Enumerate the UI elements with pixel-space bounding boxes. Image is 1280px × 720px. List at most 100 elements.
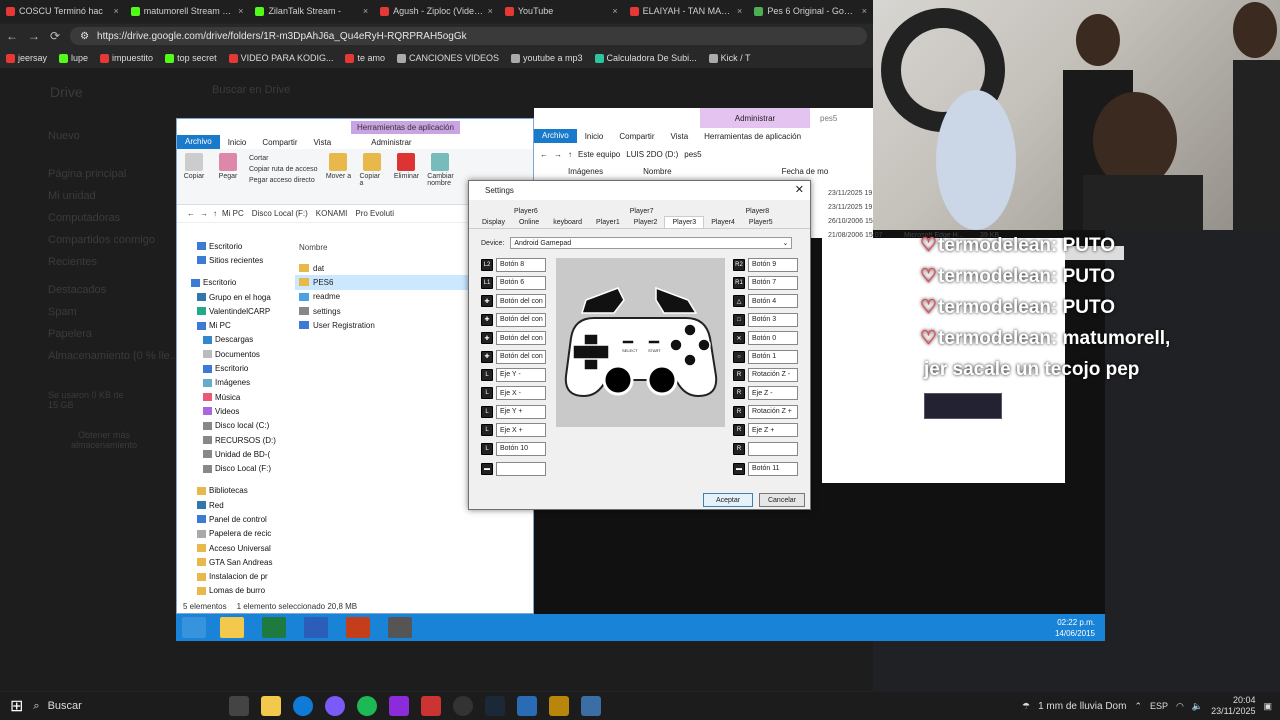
drive-nav-item[interactable]: Página principal [48,168,126,180]
tab-online[interactable]: Online [512,216,546,228]
ribbon-tab[interactable]: Compartir [254,138,305,147]
forward-icon[interactable]: → [200,209,208,218]
binding-field[interactable]: Botón del con [496,312,546,327]
edge-icon[interactable] [293,696,314,716]
tab-player7[interactable]: Player7 [623,206,661,216]
breadcrumb-item[interactable]: Disco Local (F:) [252,209,308,218]
file-explorer-icon[interactable] [261,696,282,716]
nav-item[interactable]: Escritorio [177,239,281,253]
ribbon-small-button[interactable]: Pegar acceso directo [249,177,317,184]
app-icon[interactable] [549,696,570,716]
column-name[interactable]: Nombre [299,243,327,252]
ribbon-tab[interactable]: Archivo [177,135,220,149]
forward-icon[interactable]: → [554,150,562,159]
up-icon[interactable]: ↑ [213,209,217,218]
binding-field[interactable]: Botón 8 [496,257,546,272]
bookmark-item[interactable]: impuestito [100,53,153,63]
app-icon[interactable] [421,696,442,716]
url-input[interactable]: ⚙ https://drive.google.com/drive/folders… [70,27,867,45]
lang-label[interactable]: ESP [1150,701,1168,711]
windows-start-icon[interactable]: ⊞ [0,696,23,716]
column-name[interactable]: Nombre [643,167,671,176]
cancel-button[interactable]: Cancelar [759,493,805,507]
binding-field[interactable]: Botón del con [496,349,546,364]
back-icon[interactable]: ← [6,29,18,43]
bookmark-item[interactable]: te amo [345,53,385,63]
binding-field[interactable]: Botón 7 [748,275,798,290]
tab-player8[interactable]: Player8 [738,206,776,216]
tab-display[interactable]: Display [475,216,512,228]
ribbon-tab[interactable]: Herramientas de aplicación [696,132,809,141]
nav-item[interactable]: Papelera de recic [177,527,281,541]
close-icon[interactable]: × [612,6,617,16]
breadcrumb-item[interactable]: Pro Evoluti [355,209,394,218]
binding-field[interactable]: Botón 3 [748,312,798,327]
binding-field[interactable]: Botón 11 [748,461,798,476]
breadcrumb-item[interactable]: Mi PC [222,209,244,218]
messenger-icon[interactable] [325,696,346,716]
binding-field[interactable]: Rotación Z - [748,367,798,382]
column-date[interactable]: Fecha de mo [782,167,829,176]
binding-field[interactable]: Eje Y - [496,367,546,382]
nav-item[interactable]: Música [177,390,281,404]
binding-field[interactable]: Eje Z - [748,386,798,401]
ribbon-tab[interactable]: Archivo [534,129,577,143]
close-icon[interactable]: × [737,6,742,16]
bookmark-item[interactable]: jeersay [6,53,47,63]
nav-item[interactable]: Escritorio [177,361,281,375]
breadcrumb-item[interactable]: Este equipo [578,150,620,159]
binding-field[interactable] [496,461,546,476]
site-info-icon[interactable]: ⚙ [80,31,89,42]
bookmark-item[interactable]: CANCIONES VIDEOS [396,53,499,63]
volume-icon[interactable]: 🔈 [1192,701,1203,712]
browser-tab[interactable]: Agush - Ziploc (Video C × [374,0,499,22]
weather-icon[interactable]: ☂ [1022,701,1030,712]
vm-app-icon[interactable] [581,696,602,716]
drive-nav-item[interactable]: Destacados [48,284,106,296]
steam-icon[interactable] [485,696,506,716]
binding-field[interactable]: Botón 0 [748,331,798,346]
canva-icon[interactable] [389,696,410,716]
binding-field[interactable] [748,441,798,456]
reload-icon[interactable]: ⟳ [50,29,60,43]
pes-settings-icon[interactable] [388,617,412,638]
nav-item[interactable]: Imágenes [177,376,281,390]
binding-field[interactable]: Botón del con [496,331,546,346]
nav-item[interactable]: Documentos [177,347,281,361]
breadcrumb-item[interactable]: pes5 [684,150,701,159]
close-icon[interactable]: × [862,6,867,16]
tab-player6[interactable]: Player6 [507,206,545,216]
nav-item[interactable]: Sitios recientes [177,253,281,267]
nav-item[interactable]: Escritorio [177,276,281,290]
ribbon-tab[interactable]: Inicio [220,138,255,147]
ribbon-tab[interactable]: Vista [663,132,697,141]
browser-tab[interactable]: ZilanTalk Stream - × [249,0,374,22]
ribbon-button[interactable]: Eliminar [393,153,419,200]
bookmark-item[interactable]: youtube a mp3 [511,53,583,63]
binding-field[interactable]: Botón 4 [748,294,798,309]
up-icon[interactable]: ↑ [568,150,572,159]
drive-nav-item[interactable]: Mi unidad [48,190,96,202]
ribbon-tab[interactable]: Administrar [363,138,419,147]
browser-tab[interactable]: COSCU Terminó hac × [0,0,125,22]
drive-nav-item[interactable]: Spam [48,306,77,318]
file-explorer-icon[interactable] [220,617,244,638]
task-view-icon[interactable] [229,696,250,716]
nav-item[interactable]: Bibliotecas [177,484,281,498]
nav-item[interactable]: Disco local (C:) [177,419,281,433]
clock[interactable]: 20:04 23/11/2025 [1211,695,1255,717]
device-select[interactable]: Android Gamepad ⌄ [510,237,793,249]
back-icon[interactable]: ← [187,209,195,218]
close-icon[interactable]: × [113,6,118,16]
ribbon-button[interactable]: Pegar [215,153,241,200]
drive-logo[interactable]: Drive [50,84,83,100]
ribbon-tab[interactable]: Vista [306,138,340,147]
browser-tab[interactable]: ELAIYAH - TAN MAL (P × [624,0,749,22]
forward-icon[interactable]: → [28,29,40,43]
nav-item[interactable]: GTA San Andreas [177,555,281,569]
ribbon-button[interactable]: Copiar [181,153,207,200]
close-icon[interactable]: × [488,6,493,16]
tab-player5[interactable]: Player5 [742,216,780,228]
drive-nav-item[interactable]: Recientes [48,256,97,268]
weather-text[interactable]: 1 mm de lluvia Dom [1038,701,1126,712]
